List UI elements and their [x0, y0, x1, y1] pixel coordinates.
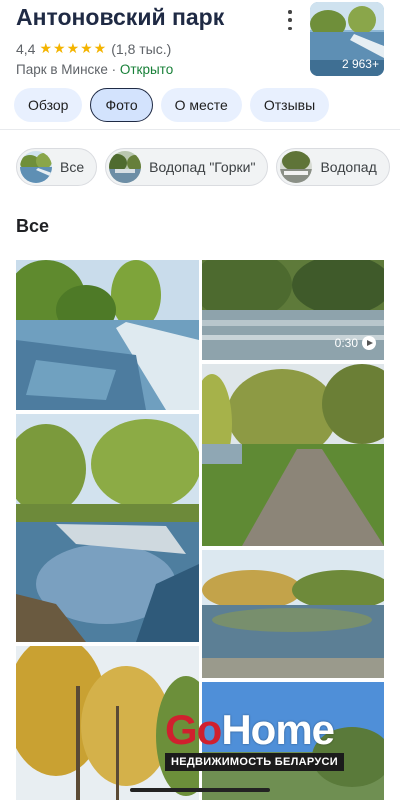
tab-about[interactable]: О месте — [160, 88, 242, 122]
album-chip-waterfall[interactable]: Водопад — [276, 148, 390, 186]
rating-value: 4,4 — [16, 40, 36, 57]
play-icon — [362, 336, 376, 350]
tab-bar: Обзор Фото О месте Отзывы — [14, 88, 330, 122]
place-thumbnail[interactable]: 2 963+ — [310, 2, 384, 76]
section-title: Все — [16, 216, 50, 236]
photo-video-pond[interactable]: 0:30 — [202, 260, 384, 360]
album-chip-gorki-waterfall[interactable]: Водопад "Горки" — [105, 148, 269, 186]
more-options-icon[interactable] — [286, 10, 294, 30]
tab-reviews[interactable]: Отзывы — [249, 88, 330, 122]
photo-park-path[interactable] — [202, 364, 384, 546]
photo-count: 2 963+ — [341, 57, 379, 71]
album-chip-label: Водопад "Горки" — [149, 159, 256, 175]
open-status: Открыто — [119, 62, 174, 77]
photo-waterfall-cascade[interactable] — [16, 260, 199, 410]
category-row: Парк в Минске · Открыто — [16, 62, 173, 77]
tab-overview[interactable]: Обзор — [14, 88, 83, 122]
album-all-image — [20, 151, 52, 183]
watermark-home: Home — [221, 706, 335, 753]
album-waterfall-image — [280, 151, 313, 183]
watermark-tagline: НЕДВИЖИМОСТЬ БЕЛАРУСИ — [165, 753, 344, 771]
tab-photos[interactable]: Фото — [90, 88, 153, 122]
place-category: Парк в Минске — [16, 62, 108, 77]
photo-pond-reflection[interactable] — [202, 550, 384, 678]
home-indicator — [130, 788, 270, 792]
album-chip-all[interactable]: Все — [16, 148, 98, 186]
place-title: Антоновский парк — [16, 4, 225, 30]
video-duration: 0:30 — [335, 336, 376, 350]
separator: · — [107, 62, 120, 77]
rating-row[interactable]: 4,4 ★★★★★ (1,8 тыс.) — [16, 40, 171, 57]
album-chips: Все Водопад "Горки" Водопад — [16, 148, 390, 186]
album-gorki-image — [109, 151, 142, 183]
album-chip-label: Водопад — [320, 159, 377, 175]
divider — [0, 129, 400, 130]
watermark-go: Go — [165, 706, 222, 753]
video-duration-text: 0:30 — [334, 336, 358, 350]
reviews-count: (1,8 тыс.) — [111, 40, 172, 57]
album-chip-label: Все — [60, 159, 85, 175]
watermark-logo: GoHome НЕДВИЖИМОСТЬ БЕЛАРУСИ — [165, 708, 355, 771]
star-rating-icon: ★★★★★ — [39, 40, 108, 56]
photo-willows-dam[interactable] — [16, 414, 199, 642]
